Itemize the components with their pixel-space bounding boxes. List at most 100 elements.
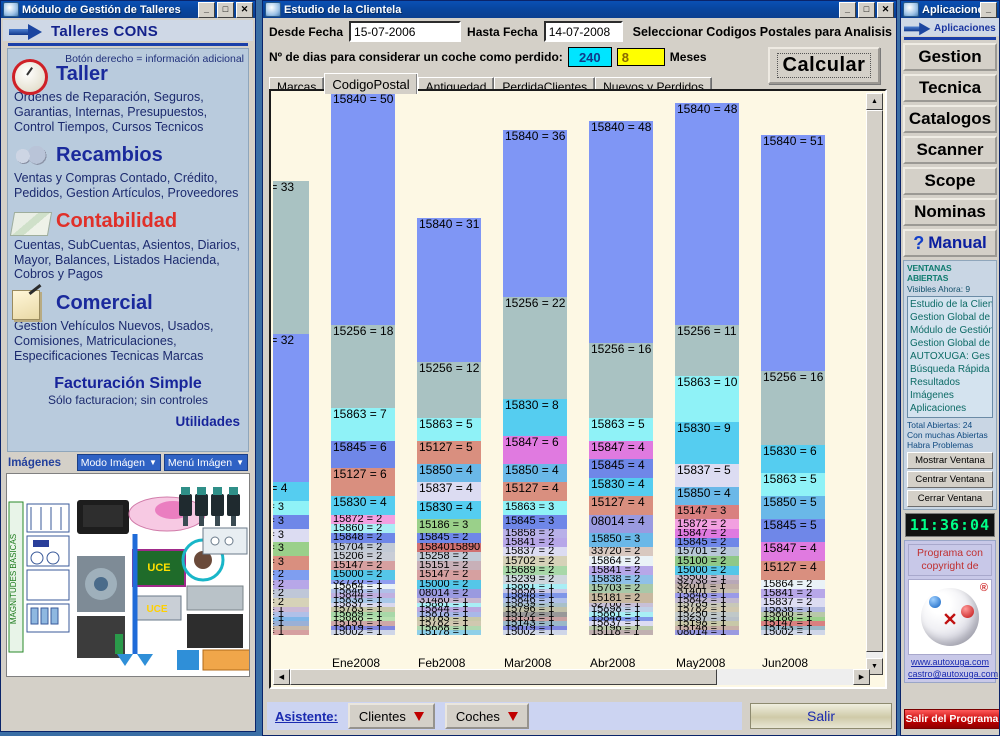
meses-input[interactable]: 8 (616, 48, 665, 66)
chart-segment[interactable]: 15830 = 4 (331, 496, 395, 515)
chart-segment[interactable]: 15689 = 2 (503, 565, 567, 575)
chart-segment[interactable]: 15837 = 2 (761, 598, 825, 608)
chart-segment[interactable]: 15845 = 6 (331, 440, 395, 469)
window-list-item[interactable]: Gestion Global de (910, 337, 990, 350)
chart-segment[interactable]: 186 = 3 (273, 542, 309, 557)
window-list-item[interactable]: Estudio de la Clien (910, 298, 992, 311)
chart-column[interactable]: 15840 = 36 15256 = 22 15830 = 8 15847 = 6 15… (503, 130, 567, 635)
chart-segment[interactable]: 15860 = 2 (331, 524, 395, 534)
dias-perdido-input[interactable]: 240 (567, 47, 612, 67)
chart-segment[interactable]: 15258 = 2 (417, 551, 481, 561)
chart-segment[interactable]: 15847 = 6 (503, 436, 567, 464)
chart-segment[interactable]: 15840 = 48 (675, 102, 739, 325)
menu-imagen-dropdown[interactable]: Menú Imágen ▼ (163, 454, 248, 471)
maximize-button[interactable]: □ (217, 1, 234, 18)
chart-segment[interactable]: 15845 = 2 (417, 533, 481, 543)
scroll-right-button[interactable]: ▶ (853, 669, 870, 685)
hscroll-track[interactable] (290, 669, 853, 685)
chart-segment[interactable]: 15239 = 2 (503, 574, 567, 585)
chart-segment[interactable]: 15206 = 2 (331, 551, 395, 561)
chart-segment[interactable]: 15256 = 12 (417, 361, 481, 418)
tab-codigopostal[interactable]: CodigoPostal (324, 73, 418, 94)
estudio-titlebar[interactable]: Estudio de la Clientela _ □ ✕ (263, 1, 896, 18)
window-list-item[interactable]: Imágenes (910, 389, 990, 402)
chart-segment[interactable]: 15864 = 2 (589, 556, 653, 566)
hscroll-thumb[interactable] (290, 669, 717, 685)
chart-segment[interactable]: 08014 = 1 (675, 630, 739, 635)
chart-segment[interactable]: 15002 = 1 (503, 630, 567, 635)
chart-segment[interactable]: 15127 = 4 (589, 496, 653, 515)
module-contabilidad[interactable]: Contabilidad Cuentas, SubCuentas, Asient… (8, 207, 248, 288)
button-scope[interactable]: Scope (903, 167, 997, 195)
chart-segment[interactable]: 15845 = 3 (503, 514, 567, 529)
chart-column[interactable]: 15840 = 48 15256 = 11 15863 = 10 15830 = 9 1… (675, 102, 739, 635)
chart-segment[interactable]: 837 = 3 (273, 528, 309, 543)
chart-segment[interactable]: 15701 = 2 (675, 547, 739, 557)
chart-segment[interactable]: 15147 = 3 (675, 505, 739, 520)
chart-segment[interactable]: 863 = 3 (273, 500, 309, 515)
chart-segment[interactable]: 15841 = 2 (589, 565, 653, 575)
button-nominas[interactable]: Nominas (903, 198, 997, 226)
chart-segment[interactable]: 15000 = 2 (331, 570, 395, 580)
button-catalogos[interactable]: Catalogos (903, 105, 997, 133)
chart-segment[interactable]: 704 = 2 (273, 588, 309, 598)
chart-segment[interactable]: 15845 = 4 (589, 459, 653, 478)
chart-segment[interactable]: 33720 = 2 (589, 547, 653, 557)
chart-segment[interactable]: 890 = 2 (273, 570, 309, 580)
chart-segment[interactable]: 15256 = 11 (675, 324, 739, 376)
chart-segment[interactable]: 1584015890 = (417, 542, 481, 552)
chart-segment[interactable]: 15703 = 2 (589, 584, 653, 594)
chart-segment[interactable]: 15847 = 2 (675, 528, 739, 538)
chart-segment[interactable]: 15704 = 2 (331, 542, 395, 552)
talleres-titlebar[interactable]: Módulo de Gestión de Talleres _ □ ✕ (1, 1, 255, 18)
chart-segment[interactable]: 15845 = 5 (761, 519, 825, 543)
chart-segment[interactable]: 127 = 3 (273, 556, 309, 571)
chart-segment[interactable]: 15100 = 2 (675, 556, 739, 566)
chart-segment[interactable]: 841 = 2 (273, 579, 309, 589)
chart-segment[interactable]: 15147 = 2 (331, 561, 395, 571)
chart-segment[interactable]: 15256 = 16 (761, 371, 825, 446)
calcular-button[interactable]: Calcular (768, 47, 880, 84)
clientes-dropdown-button[interactable]: Clientes (347, 703, 435, 729)
chart-segment[interactable]: 256 = 33 (273, 181, 309, 335)
seleccionar-codigos-postales-label[interactable]: Seleccionar Codigos Postales para Analis… (633, 25, 892, 39)
modo-imagen-dropdown[interactable]: Modo Imágen ▼ (76, 454, 161, 471)
close-button[interactable]: ✕ (877, 1, 894, 18)
window-list-item[interactable]: AUTOXUGA: Ges (910, 350, 990, 363)
chart-segment[interactable]: 15256 = 16 (589, 343, 653, 418)
chart-column[interactable]: 15840 = 51 15256 = 16 15830 = 6 15863 = 5 15… (761, 134, 825, 635)
chart-column[interactable]: 15840 = 31 15256 = 12 15863 = 5 15127 = 5 15… (417, 218, 481, 635)
chart-segment[interactable]: 15830 = 6 (761, 445, 825, 473)
chart-segment[interactable]: 15840 = 50 (331, 93, 395, 325)
chart-segment[interactable]: 15837 = 5 (675, 463, 739, 487)
mostrar-ventana-button[interactable]: Mostrar Ventana (907, 452, 993, 469)
facturacion-title[interactable]: Facturación Simple (8, 375, 248, 393)
chart-segment[interactable]: 845 = 3 (273, 514, 309, 529)
chart-segment[interactable]: 15127 = 5 (417, 440, 481, 464)
chart-segment[interactable]: 15837 = 4 (417, 482, 481, 501)
chart-segment[interactable]: 15830 = 4 (417, 500, 481, 520)
vscroll-track[interactable] (866, 110, 883, 658)
chart-segment[interactable]: 15000 = 2 (417, 579, 481, 589)
chart-segment[interactable]: 15850 = 3 (589, 533, 653, 548)
chart-segment[interactable]: 15864 = 2 (761, 579, 825, 589)
aplicaciones-titlebar[interactable]: Aplicaciones _ (901, 1, 999, 18)
salir-del-programa-button[interactable]: Salir del Programa (904, 709, 999, 729)
hasta-fecha-input[interactable]: 14-07-2008 (543, 21, 623, 42)
cerrar-ventana-button[interactable]: Cerrar Ventana (907, 490, 993, 507)
chart-segment[interactable]: 15840 = 31 (417, 218, 481, 362)
chart-segment[interactable]: 702 = 2 (273, 598, 309, 608)
utilidades-link[interactable]: Utilidades (8, 407, 248, 429)
chart-segment[interactable]: 15127 = 4 (761, 560, 825, 580)
chart-segment[interactable]: 830 = 4 (273, 482, 309, 501)
chart-segment[interactable]: 15845 = 2 (675, 537, 739, 548)
chart-segment[interactable]: 15858 = 2 (503, 528, 567, 538)
chart-segment[interactable]: 15863 = 5 (589, 417, 653, 441)
chart-segment[interactable]: 08014 = 4 (589, 514, 653, 534)
window-list-item[interactable]: Aplicaciones (910, 402, 990, 415)
chart-segment[interactable]: 15863 = 5 (417, 417, 481, 441)
chart-segment[interactable]: 15830 = 8 (503, 398, 567, 437)
module-comercial[interactable]: Comercial Gestion Vehículos Nuevos, Usad… (8, 288, 248, 369)
salir-button[interactable]: Salir (750, 703, 892, 729)
chart-segment[interactable]: 15837 = 2 (503, 547, 567, 557)
